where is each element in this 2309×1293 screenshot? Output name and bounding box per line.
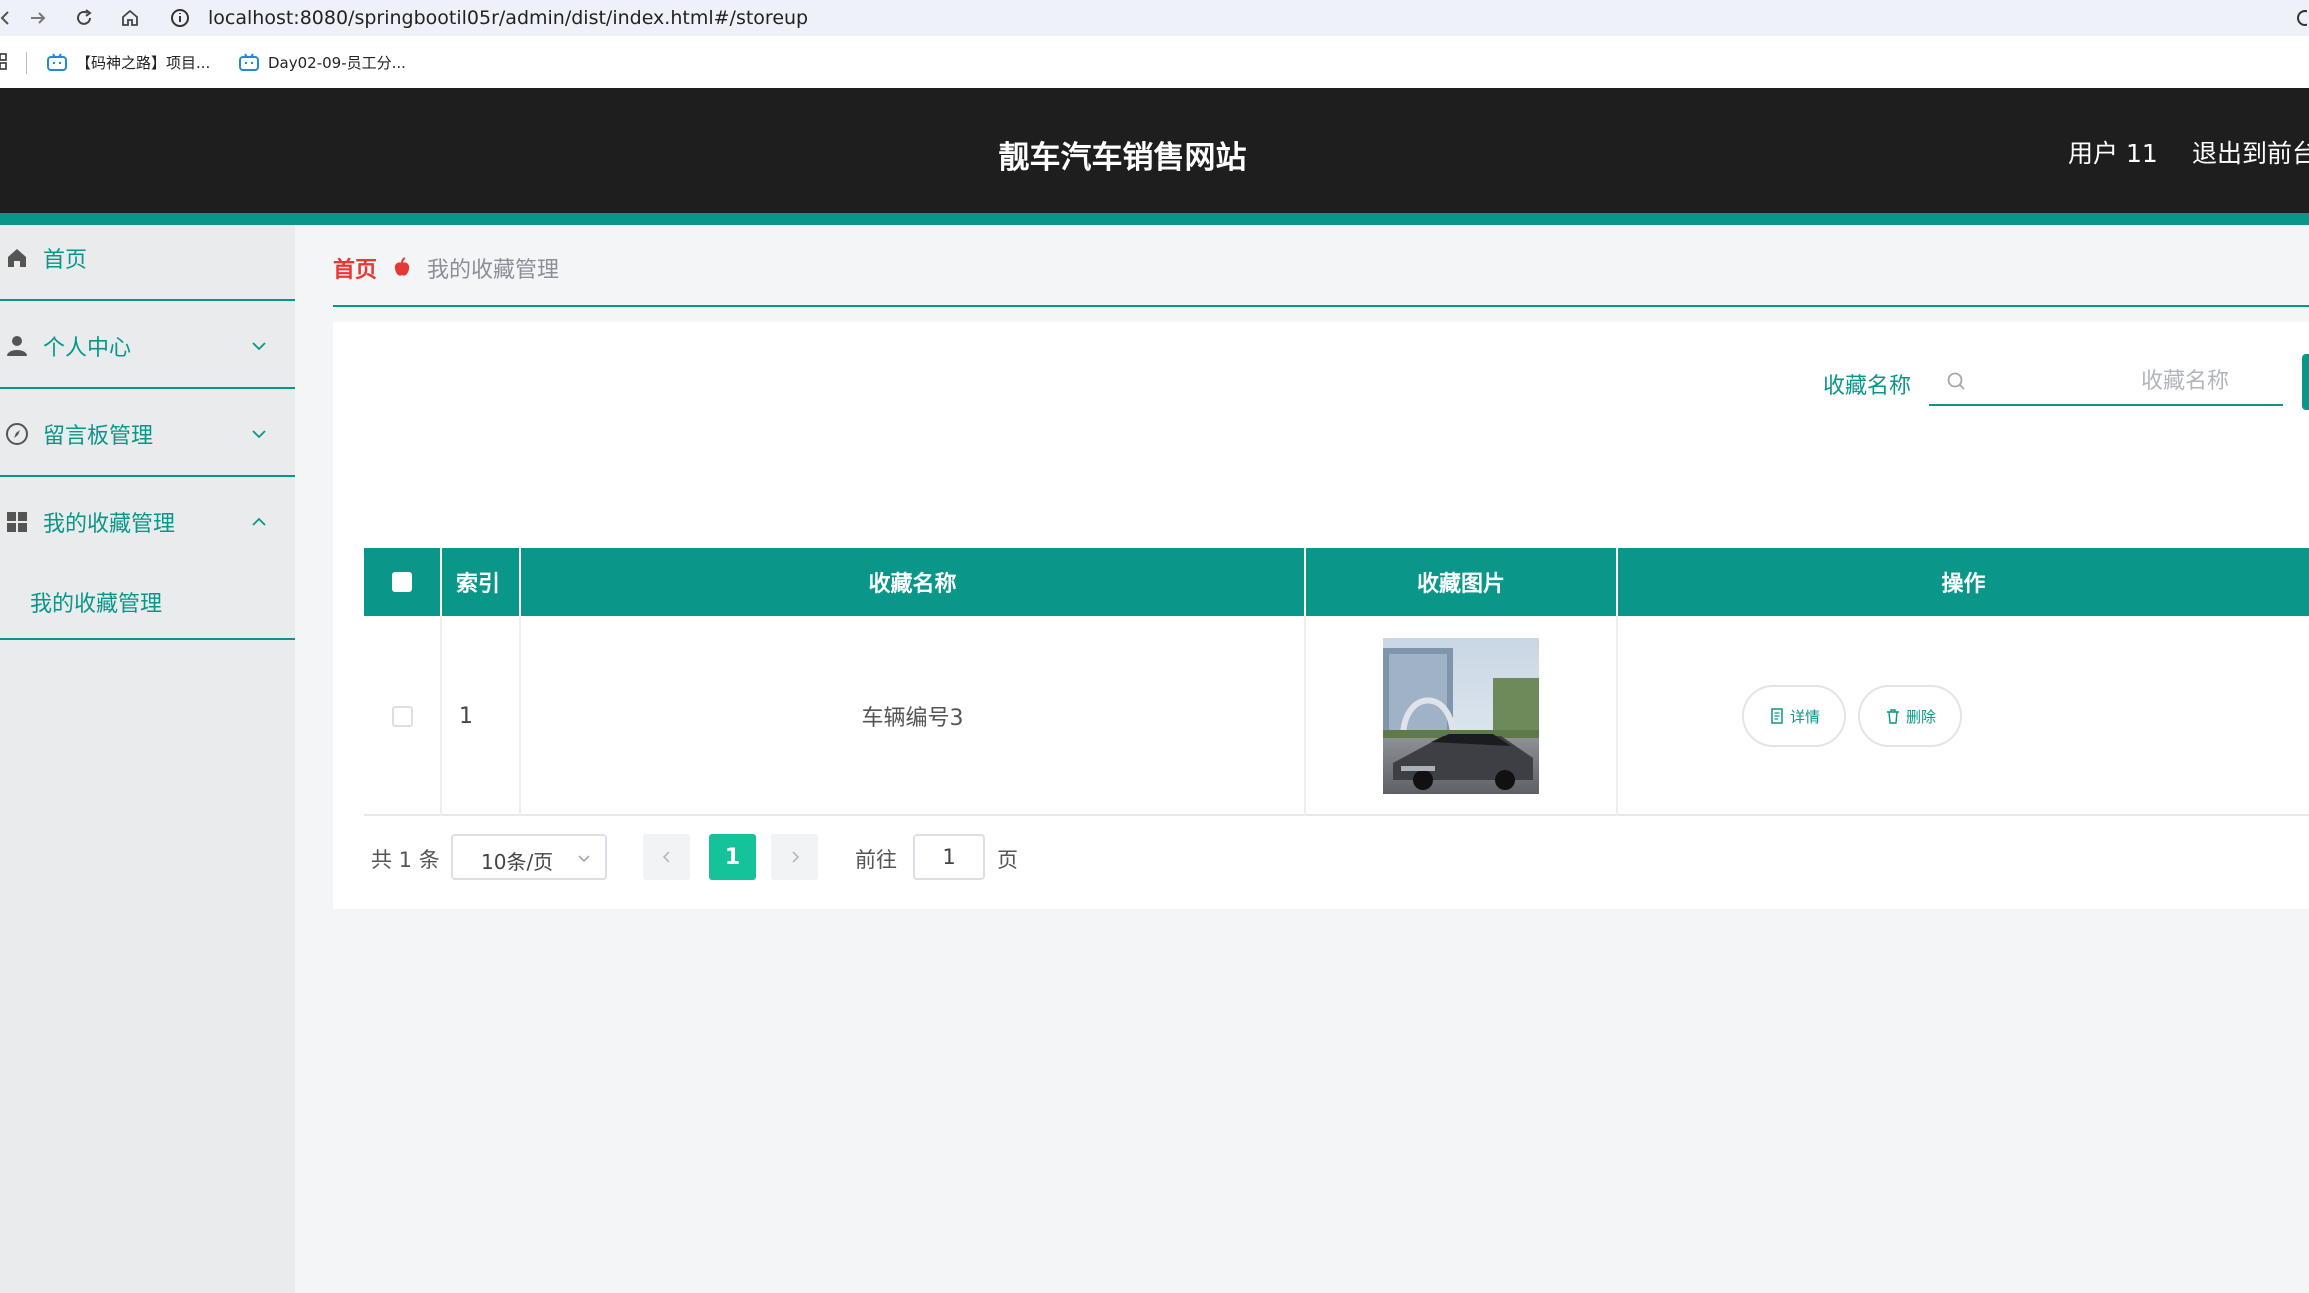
bookmark-label: Day02-09-员工分... [268,53,406,72]
sidebar-item-label: 我的收藏管理 [43,512,176,537]
breadcrumb-divider [333,305,2309,307]
row-actions-cell: 详情 删除 [1618,616,2309,816]
page-unit-label: 页 [997,848,1018,872]
sidebar-item-label: 个人中心 [43,336,132,361]
column-header-actions: 操作 [1941,572,1986,597]
prev-page-button[interactable] [643,834,690,880]
row-index: 1 [442,616,521,816]
header-select-all-cell [364,548,442,616]
column-header-index: 索引 [442,548,521,616]
breadcrumb: 首页 我的收藏管理 [333,250,559,286]
apple-icon [394,257,410,276]
detail-button-label: 详情 [1790,707,1821,726]
bookmark-label: 【码神之路】项目... [76,53,211,72]
row-image-cell [1306,616,1618,816]
logout-link[interactable]: 退出到前台 [2192,134,2309,170]
bookmark-item[interactable]: 【码神之路】项目... [46,48,210,76]
document-icon [1771,708,1783,724]
url-field[interactable]: localhost:8080/springbootil05r/admin/dis… [208,4,808,32]
delete-button-label: 删除 [1906,707,1937,726]
sidebar-item-message-board[interactable]: 留言板管理 [0,389,295,477]
chevron-up-icon [252,517,266,526]
search-box [1929,356,2283,406]
home-nav-button[interactable] [116,4,144,32]
page-size-value: 10条/页 [481,850,554,874]
row-select-cell [364,616,442,816]
search-input[interactable] [1979,360,2273,402]
chevron-down-icon [252,342,266,351]
delete-button[interactable]: 删除 [1858,685,1962,747]
bilibili-tv-icon [239,53,259,71]
current-user: 用户 11 [2068,139,2158,168]
next-page-button[interactable] [771,834,818,880]
pagination-total: 共 1 条 [371,848,440,872]
search-button[interactable] [2302,354,2309,410]
app-header: 靓车汽车销售网站 用户 11 退出到前台 [0,88,2309,213]
select-all-checkbox[interactable] [392,572,412,592]
reload-icon [77,9,92,25]
bookmarks-bar: 【码神之路】项目... Day02-09-员工分... [0,36,2309,88]
browser-address-bar: localhost:8080/springbootil05r/admin/dis… [0,0,2309,36]
back-button[interactable] [0,4,20,32]
site-info-icon[interactable] [168,6,192,30]
column-header-image: 收藏图片 [1306,548,1618,616]
goto-page-input[interactable] [913,834,985,880]
column-header-name: 收藏名称 [521,548,1306,616]
search-label: 收藏名称 [1823,374,1912,399]
back-arrow-icon [0,11,9,25]
compass-icon [6,423,28,445]
row-checkbox[interactable] [391,705,413,727]
forward-arrow-icon [31,12,46,24]
chevron-down-icon [252,430,266,439]
sidebar-item-personal-center[interactable]: 个人中心 [0,301,295,389]
reload-button[interactable] [70,4,98,32]
breadcrumb-home[interactable]: 首页 [333,252,377,284]
sidebar-item-my-favorites[interactable]: 我的收藏管理 我的收藏管理 [0,477,295,640]
table-header: 索引 收藏名称 收藏图片 操作 [364,548,2309,616]
goto-label: 前往 [855,848,897,872]
bookmark-item[interactable]: Day02-09-员工分... [238,48,406,76]
sidebar-subitem-label: 我的收藏管理 [30,592,163,617]
site-title: 靓车汽车销售网站 [998,140,1247,176]
sidebar-item-label: 首页 [43,248,88,273]
chevron-right-icon [791,851,799,863]
header-accent-strip [0,213,2309,225]
home-icon [8,249,26,267]
search-icon [1947,372,1965,390]
breadcrumb-current: 我的收藏管理 [427,258,560,283]
apps-grid-icon[interactable] [0,52,8,72]
chevron-left-icon [662,851,670,863]
page-number-active[interactable]: 1 [709,834,756,880]
sidebar-item-label: 留言板管理 [43,424,154,449]
sidebar-item-home[interactable]: 首页 [0,225,295,301]
car-thumbnail [1383,638,1539,794]
forward-button[interactable] [24,4,52,32]
house-icon [122,9,138,26]
bilibili-tv-icon [47,53,67,71]
user-icon [7,336,27,356]
detail-button[interactable]: 详情 [1742,685,1846,747]
grid-icon [7,512,27,532]
trash-icon [1887,709,1899,724]
bookmarks-divider [26,52,27,74]
row-name: 车辆编号3 [521,616,1306,816]
page-size-select[interactable]: 10条/页 [451,834,607,880]
chevron-down-icon [578,855,590,863]
main-panel: 收藏名称 索引 收藏名称 收藏图片 操作 1 车辆编号3 [333,322,2309,909]
extension-icon[interactable] [2293,6,2307,30]
table-row: 1 车辆编号3 详情 删除 [364,616,2309,816]
sidebar: 首页 个人中心 留言板管理 我的收藏管理 我的收藏管理 [0,225,295,1293]
